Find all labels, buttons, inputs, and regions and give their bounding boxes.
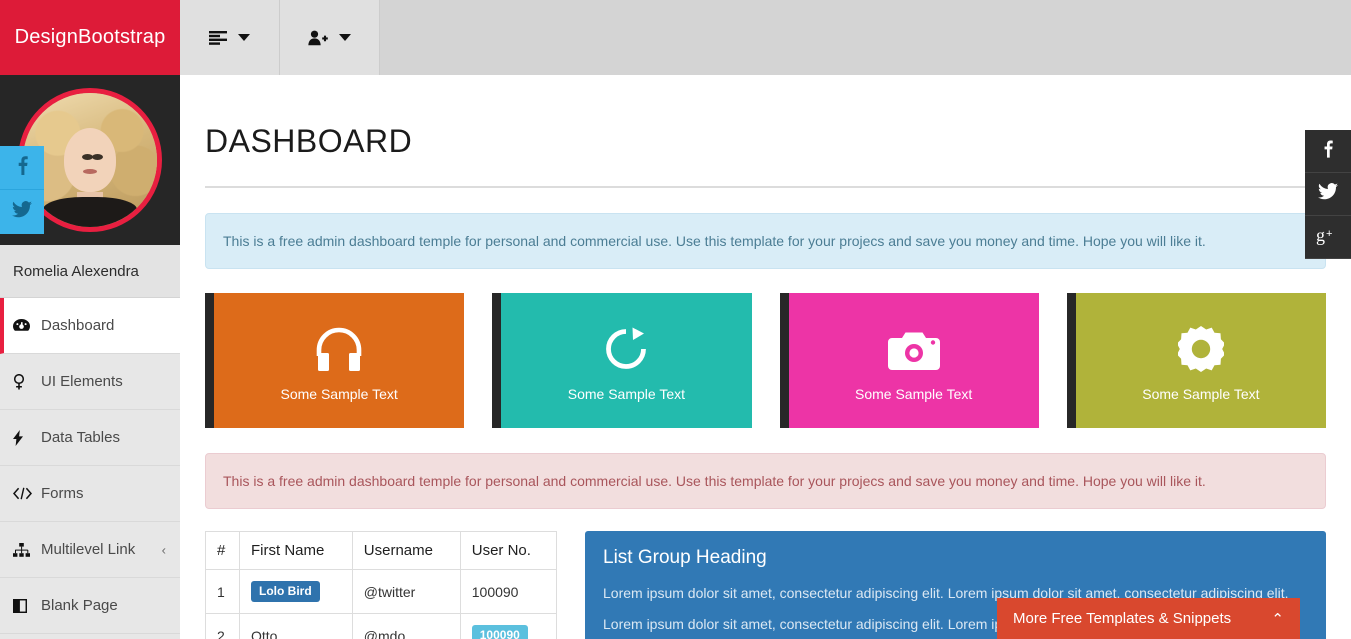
- brand-logo[interactable]: DesignBootstrap: [0, 0, 180, 75]
- table-header-cell: User No.: [459, 531, 558, 570]
- tile-label: Some Sample Text: [567, 386, 685, 402]
- refresh-icon: [603, 319, 649, 379]
- table-header-cell: First Name: [239, 531, 353, 570]
- cell-user-no: 100090: [459, 613, 558, 639]
- tile-refresh[interactable]: Some Sample Text: [492, 293, 752, 428]
- user-plus-icon: [308, 30, 328, 46]
- profile-name: Romelia Alexendra: [0, 245, 180, 298]
- status-badge: 100090: [471, 625, 528, 639]
- bolt-icon: [13, 429, 39, 446]
- cell-row-number: 1: [205, 569, 240, 614]
- profile-block: [0, 75, 180, 245]
- sidebar-item-label: Multilevel Link: [41, 541, 136, 558]
- tile-label: Some Sample Text: [855, 386, 973, 402]
- add-user-dropdown[interactable]: [280, 0, 380, 75]
- sidebar-item-label: Dashboard: [41, 317, 115, 334]
- chevron-left-icon[interactable]: ‹: [162, 542, 166, 557]
- main-content: DASHBOARD This is a free admin dashboard…: [180, 75, 1351, 639]
- columns-icon: [13, 598, 39, 613]
- table-row[interactable]: 2 Otto @mdo 100090: [205, 613, 558, 639]
- table-header-cell: #: [205, 531, 240, 570]
- camera-icon: [887, 319, 940, 379]
- twitter-icon: [12, 201, 32, 223]
- sidebar-facebook-button[interactable]: [0, 146, 44, 190]
- sidebar-item-dashboard[interactable]: Dashboard: [0, 298, 180, 354]
- sidebar-item-label: UI Elements: [41, 373, 123, 390]
- promo-banner[interactable]: More Free Templates & Snippets ⌃: [997, 598, 1300, 639]
- chevron-down-icon: [339, 34, 351, 41]
- sitemap-icon: [13, 542, 39, 557]
- cell-username: @twitter: [351, 569, 461, 614]
- sidebar-item-multilevel-link[interactable]: Multilevel Link ‹: [0, 522, 180, 578]
- danger-alert: This is a free admin dashboard temple fo…: [205, 453, 1326, 509]
- promo-label: More Free Templates & Snippets: [1013, 610, 1232, 627]
- sidebar-item-label: Blank Page: [41, 597, 118, 614]
- code-icon: [13, 487, 39, 500]
- table-header-row: # First Name Username User No.: [205, 531, 558, 570]
- table-head: # First Name Username User No.: [205, 531, 558, 570]
- left-sidebar: Romelia Alexendra Dashboard UI Elements: [0, 75, 180, 639]
- tiles-row: Some Sample Text Some Sample Text Some S…: [205, 293, 1326, 428]
- avatar-face: [64, 127, 116, 192]
- cell-user-no: 100090: [459, 569, 558, 614]
- sidebar-item-label: Data Tables: [41, 429, 120, 446]
- status-badge: Lolo Bird: [251, 581, 320, 602]
- cell-username: @mdo: [351, 613, 461, 639]
- users-table: # First Name Username User No. 1 Lolo Bi…: [205, 531, 558, 639]
- tile-gear[interactable]: Some Sample Text: [1066, 293, 1326, 428]
- top-navbar: DesignBootstrap: [0, 0, 1351, 75]
- align-left-icon: [209, 30, 227, 45]
- rail-facebook-button[interactable]: [1305, 130, 1351, 173]
- avatar-lips: [83, 168, 97, 174]
- avatar-body: [43, 197, 137, 227]
- rail-google-plus-button[interactable]: g +: [1305, 216, 1351, 259]
- sidebar-item-forms[interactable]: Forms: [0, 466, 180, 522]
- table-header-cell: Username: [351, 531, 461, 570]
- cell-row-number: 2: [205, 613, 240, 639]
- navbar-empty-area: [380, 0, 1351, 75]
- headphones-icon: [315, 319, 363, 379]
- rail-twitter-button[interactable]: [1305, 173, 1351, 216]
- cell-first-name: Otto: [239, 613, 353, 639]
- tile-headphones[interactable]: Some Sample Text: [205, 293, 465, 428]
- menu-list-dropdown[interactable]: [180, 0, 280, 75]
- magnet-icon: [13, 373, 39, 390]
- table-body: 1 Lolo Bird @twitter 100090 2 Otto @mdo …: [205, 569, 558, 639]
- sidebar-item-ui-elements[interactable]: UI Elements: [0, 354, 180, 410]
- facebook-icon: [1323, 139, 1333, 163]
- sidebar-item-label: Forms: [41, 485, 84, 502]
- tile-camera[interactable]: Some Sample Text: [779, 293, 1039, 428]
- google-plus-icon: g +: [1316, 225, 1340, 250]
- svg-text:+: +: [1326, 228, 1332, 240]
- page-title: DASHBOARD: [205, 123, 413, 159]
- dashboard-icon: [13, 319, 39, 332]
- sidebar-item-data-tables[interactable]: Data Tables: [0, 410, 180, 466]
- chevron-down-icon: [238, 34, 250, 41]
- twitter-icon: [1318, 183, 1338, 205]
- table-row[interactable]: 1 Lolo Bird @twitter 100090: [205, 569, 558, 614]
- cell-first-name: Lolo Bird: [239, 569, 353, 614]
- sidebar-item-blank-page[interactable]: Blank Page: [0, 578, 180, 634]
- info-alert: This is a free admin dashboard temple fo…: [205, 213, 1326, 269]
- sidebar-twitter-button[interactable]: [0, 190, 44, 234]
- chevron-up-icon[interactable]: ⌃: [1271, 610, 1284, 628]
- title-divider: [205, 186, 1326, 188]
- tile-label: Some Sample Text: [280, 386, 398, 402]
- social-rail: g +: [1305, 130, 1351, 259]
- list-group-heading: List Group Heading: [603, 547, 767, 568]
- gear-icon: [1177, 319, 1224, 379]
- svg-text:g: g: [1316, 225, 1325, 245]
- avatar-eye-right: [92, 154, 104, 161]
- tile-label: Some Sample Text: [1142, 386, 1260, 402]
- facebook-icon: [17, 155, 28, 180]
